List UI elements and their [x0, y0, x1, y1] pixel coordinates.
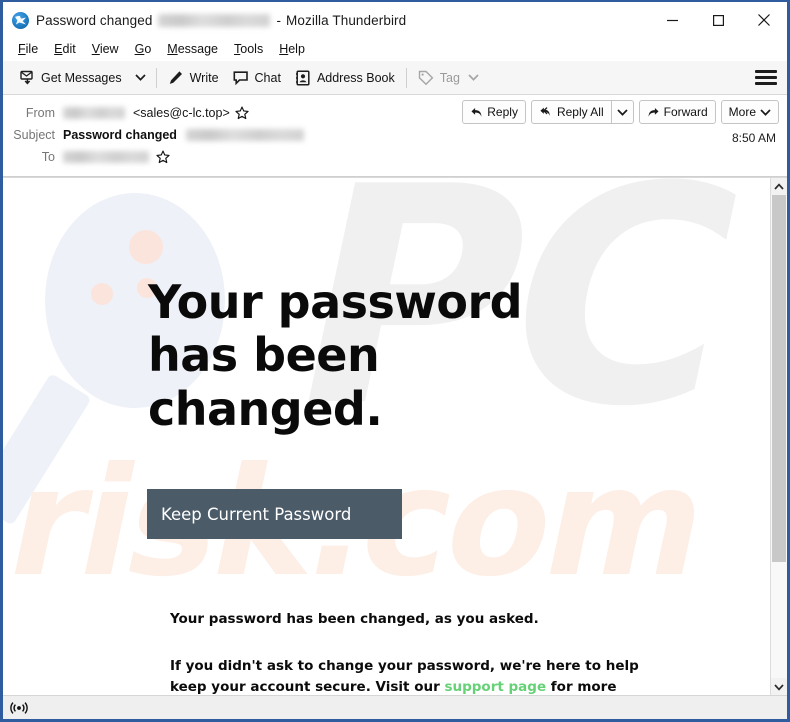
title-bar: Password changed - Mozilla Thunderbird — [3, 2, 787, 38]
chevron-down-icon — [760, 108, 771, 117]
chevron-down-icon — [468, 71, 479, 85]
tag-button[interactable]: Tag — [411, 66, 486, 89]
email-headline: Your password has been changed. — [148, 275, 523, 436]
from-label: From — [25, 106, 55, 120]
get-messages-dropdown[interactable] — [129, 66, 152, 90]
scroll-up-button[interactable] — [771, 178, 787, 195]
star-outline-icon[interactable] — [235, 106, 249, 120]
thunderbird-icon — [12, 11, 29, 29]
window-title-subject: Password changed — [36, 12, 153, 28]
address-book-icon — [295, 69, 312, 86]
speech-bubble-icon — [233, 69, 250, 86]
reply-all-arrow-icon — [539, 106, 553, 119]
message-header: From <sales@c-lc.top> Subject Password c… — [3, 95, 787, 177]
to-row: To — [3, 146, 787, 168]
email-content: Your password has been changed. Keep Cur… — [3, 275, 770, 695]
minimize-button[interactable] — [649, 2, 695, 38]
email-paragraph-2: If you didn't ask to change your passwor… — [170, 656, 640, 695]
chevron-up-icon — [774, 182, 784, 191]
address-book-button[interactable]: Address Book — [288, 66, 402, 89]
menu-item-view[interactable]: View — [85, 40, 127, 58]
menu-bar: File Edit View Go Message Tools Help — [3, 38, 787, 61]
from-address: <sales@c-lc.top> — [133, 106, 230, 120]
support-page-link[interactable]: support page — [444, 679, 546, 695]
subject-row: Subject Password changed — [3, 124, 787, 146]
toolbar-separator-2 — [405, 67, 407, 88]
window-title-app-name: Mozilla Thunderbird — [286, 12, 407, 28]
write-label: Write — [189, 70, 219, 85]
window-controls — [649, 2, 787, 38]
from-value[interactable]: <sales@c-lc.top> — [63, 106, 249, 120]
reply-button[interactable]: Reply — [462, 100, 526, 124]
star-outline-icon[interactable] — [156, 150, 170, 164]
reply-all-label: Reply All — [556, 105, 604, 119]
thunderbird-window: Password changed - Mozilla Thunderbird F… — [0, 0, 790, 722]
main-toolbar: Get Messages Write Chat Address Book Tag — [3, 61, 787, 95]
from-name-redacted — [63, 107, 125, 119]
close-button[interactable] — [741, 2, 787, 38]
more-label: More — [728, 105, 756, 119]
more-button[interactable]: More — [720, 100, 779, 124]
menu-item-file[interactable]: File — [11, 40, 46, 58]
window-title: Password changed - Mozilla Thunderbird — [36, 13, 406, 28]
chevron-down-icon — [134, 69, 146, 87]
write-button[interactable]: Write — [161, 66, 226, 89]
window-title-separator: - — [276, 12, 282, 28]
download-mail-icon — [19, 69, 36, 86]
forward-label: Forward — [663, 105, 708, 119]
forward-button[interactable]: Forward — [638, 100, 716, 124]
menu-item-help[interactable]: Help — [272, 40, 313, 58]
tag-icon — [418, 69, 435, 86]
hamburger-menu-icon[interactable] — [755, 67, 777, 89]
maximize-button[interactable] — [695, 2, 741, 38]
pencil-icon — [168, 69, 185, 86]
email-body: PC risk.com Your password has been chang… — [3, 178, 770, 695]
chevron-down-icon — [617, 108, 628, 117]
keep-current-password-button[interactable]: Keep Current Password — [147, 489, 402, 540]
email-paragraph-1: Your password has been changed, as you a… — [170, 611, 539, 628]
reply-all-dropdown[interactable] — [610, 100, 634, 124]
status-bar — [3, 695, 787, 719]
chat-label: Chat — [254, 70, 281, 85]
to-redacted — [63, 151, 149, 163]
message-content-area: PC risk.com Your password has been chang… — [3, 177, 787, 695]
broadcast-icon[interactable] — [10, 700, 28, 716]
forward-arrow-icon — [647, 106, 660, 119]
subject-text: Password changed — [63, 128, 177, 142]
reply-all-button[interactable]: Reply All — [530, 100, 611, 124]
menu-item-edit[interactable]: Edit — [47, 40, 84, 58]
get-messages-button[interactable]: Get Messages — [12, 66, 129, 89]
reply-all-group: Reply All — [530, 100, 634, 124]
chevron-down-icon — [774, 683, 784, 691]
scrollbar-track[interactable] — [771, 195, 787, 678]
window-title-redacted-recipient — [158, 13, 271, 27]
cta-label: Keep Current Password — [161, 504, 352, 524]
message-timestamp: 8:50 AM — [731, 131, 776, 145]
toolbar-separator-1 — [155, 67, 157, 88]
get-messages-label: Get Messages — [41, 70, 122, 85]
to-value[interactable] — [63, 150, 170, 164]
menu-item-message[interactable]: Message — [160, 40, 226, 58]
menu-item-go[interactable]: Go — [128, 40, 160, 58]
chat-button[interactable]: Chat — [226, 66, 288, 89]
tag-label: Tag — [439, 70, 460, 85]
menu-item-tools[interactable]: Tools — [227, 40, 271, 58]
subject-value: Password changed — [63, 128, 304, 142]
watermark-dot — [129, 230, 163, 264]
reply-label: Reply — [487, 105, 518, 119]
subject-redacted — [185, 129, 304, 141]
subject-label: Subject — [13, 128, 55, 142]
to-label: To — [41, 150, 55, 164]
scroll-down-button[interactable] — [771, 678, 787, 695]
address-book-label: Address Book — [316, 70, 395, 85]
scrollbar-thumb[interactable] — [772, 195, 786, 563]
message-scrollbar[interactable] — [770, 178, 787, 695]
reply-arrow-icon — [470, 106, 483, 119]
message-action-buttons: Reply Reply All Forward More — [462, 100, 779, 124]
